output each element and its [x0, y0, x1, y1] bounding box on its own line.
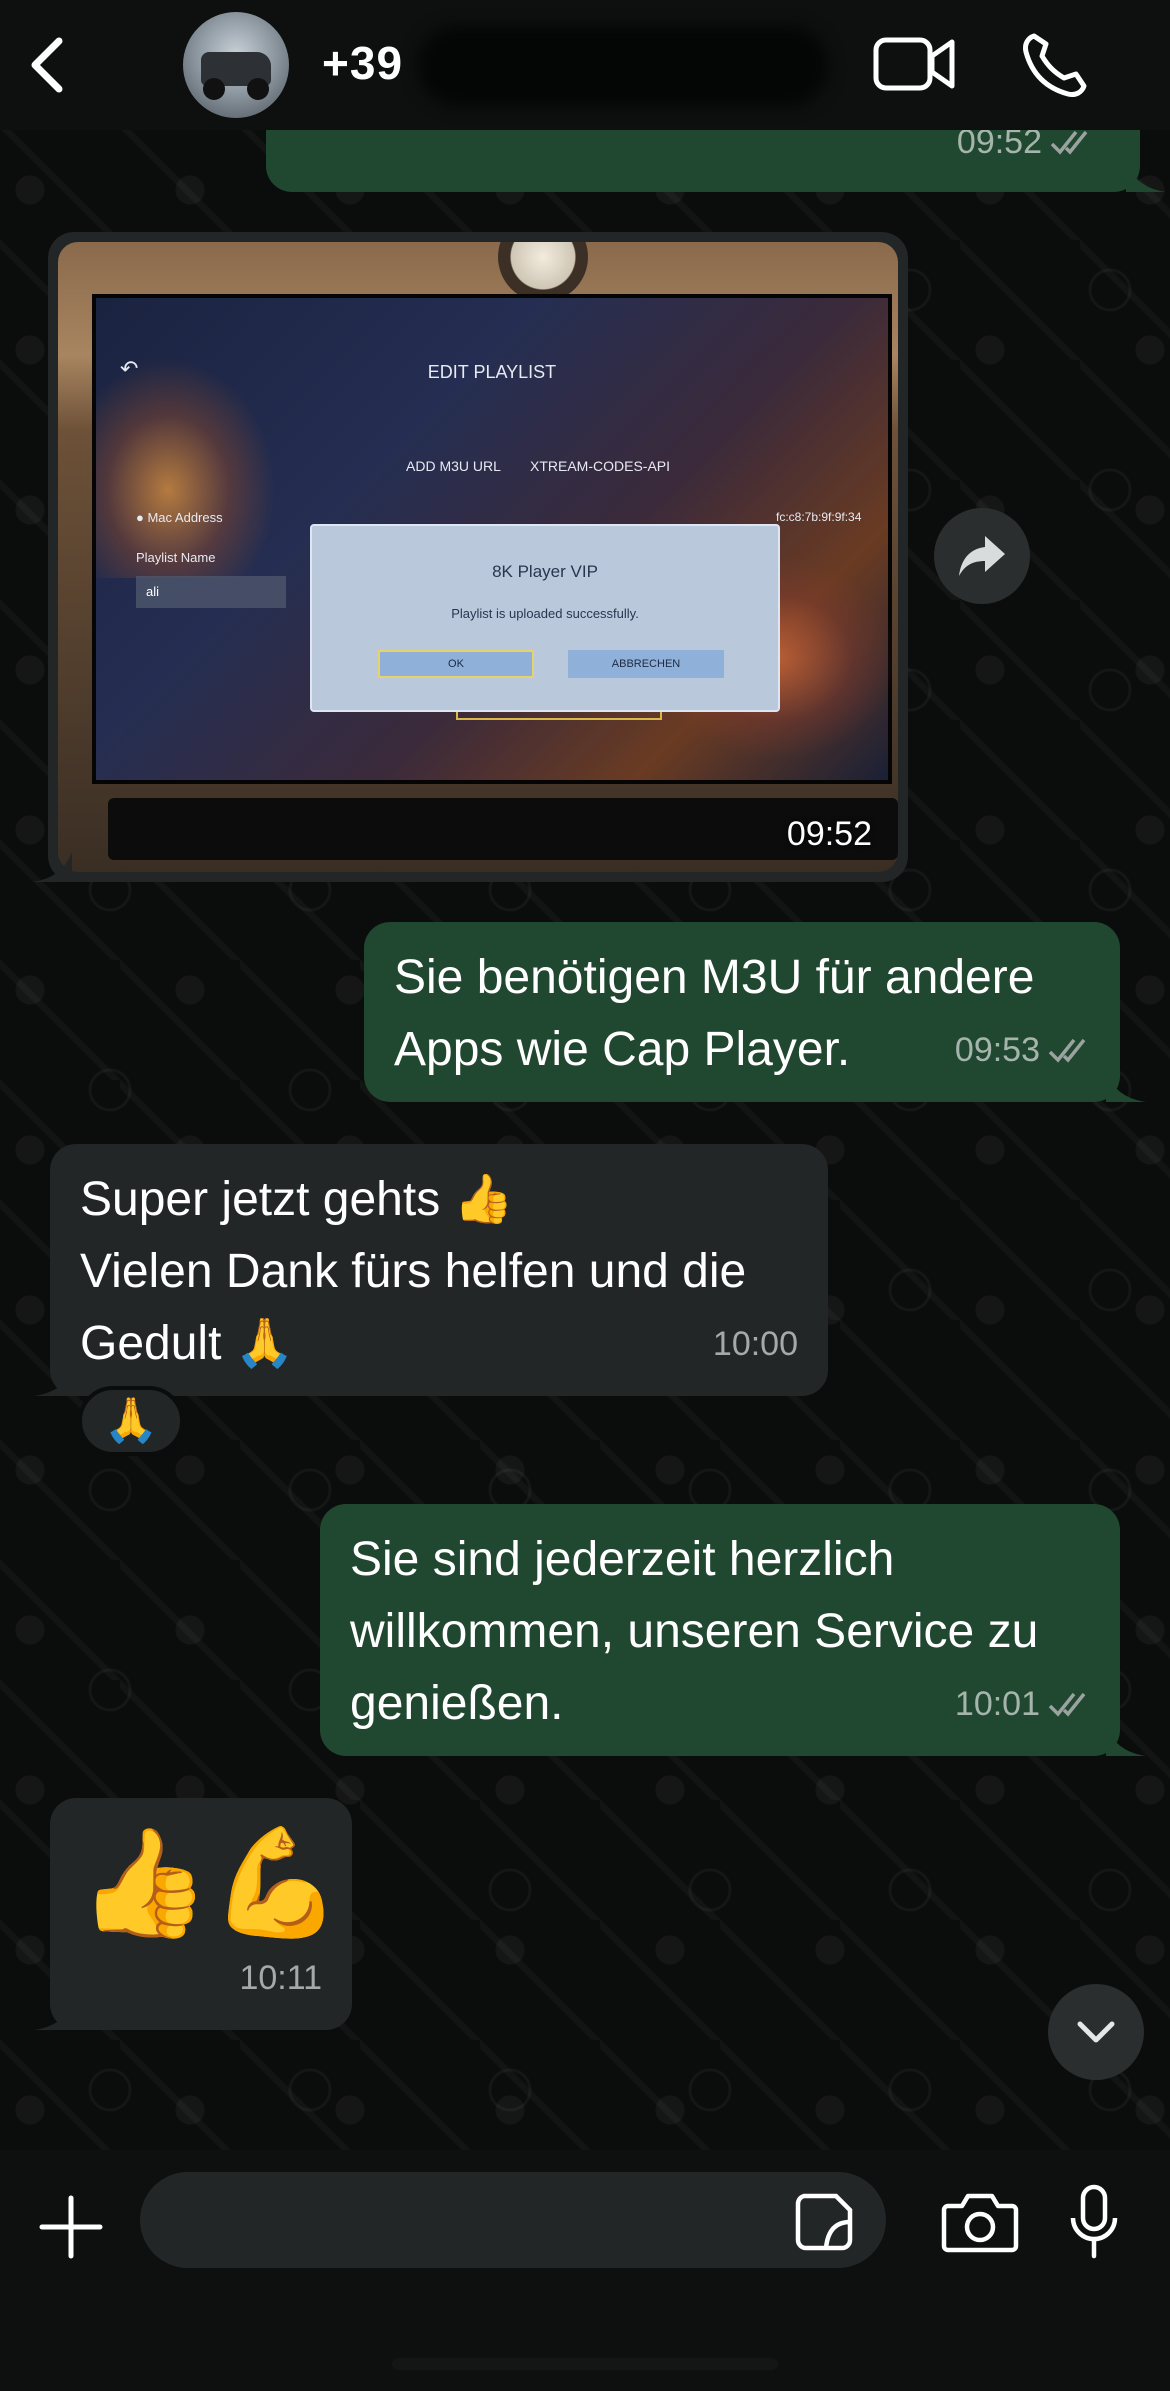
bubble-tail: [32, 852, 72, 882]
photo[interactable]: ↶ EDIT PLAYLIST ADD M3U URL XTREAM-CODES…: [58, 242, 898, 872]
reaction-badge[interactable]: 🙏: [78, 1386, 184, 1456]
microphone-icon: [1070, 2184, 1118, 2259]
bubble-tail: [34, 2000, 74, 2030]
message-outgoing[interactable]: Sie sind jederzeit herzlich willkommen, …: [320, 1504, 1120, 1756]
message-time: 09:52: [786, 815, 872, 853]
chevron-left-icon: [31, 37, 63, 93]
microphone-button[interactable]: [1068, 2184, 1120, 2260]
avatar[interactable]: [183, 12, 289, 118]
voice-call-button[interactable]: [1020, 30, 1090, 100]
read-ticks-icon: [1048, 1038, 1086, 1063]
message-incoming[interactable]: 👍💪 10:11: [50, 1798, 352, 2030]
chevron-down-icon: [1077, 2021, 1115, 2043]
sticker-button[interactable]: [794, 2192, 854, 2252]
phone-icon: [1023, 33, 1087, 97]
read-ticks-icon: [1048, 1692, 1086, 1717]
tv-playlist-label: Playlist Name: [136, 550, 216, 565]
bubble-tail: [1106, 1072, 1146, 1102]
tv-dialog-message: Playlist is uploaded successfully.: [451, 606, 639, 621]
contact-name[interactable]: +39: [322, 36, 403, 90]
camera-button[interactable]: [940, 2190, 1020, 2254]
message-image[interactable]: ↶ EDIT PLAYLIST ADD M3U URL XTREAM-CODES…: [48, 232, 908, 882]
video-camera-icon: [873, 37, 955, 91]
soundbar: [108, 798, 898, 860]
plus-icon: [39, 2195, 103, 2259]
clock-decoration: [498, 242, 588, 302]
forward-icon: [959, 536, 1005, 576]
message-composer: [0, 2150, 1170, 2391]
attach-button[interactable]: [36, 2192, 106, 2262]
tv-mac-label: ● Mac Address: [136, 510, 223, 525]
tv-tab-m3u: ADD M3U URL: [406, 458, 501, 474]
bubble-tail: [1106, 1726, 1146, 1756]
chat-header: +39: [0, 0, 1170, 130]
message-time: 10:11: [239, 1959, 322, 1997]
message-time: 09:53: [955, 1014, 1094, 1086]
read-ticks-icon: [1050, 130, 1088, 155]
home-indicator: [392, 2358, 778, 2370]
tv-tab-xtream: XTREAM-CODES-API: [530, 458, 671, 474]
bubble-tail: [34, 1366, 74, 1396]
tv-screen-title: EDIT PLAYLIST: [427, 362, 557, 382]
message-text: 👍💪: [78, 1824, 342, 1942]
tv-dialog: 8K Player VIP Playlist is uploaded succe…: [310, 524, 780, 712]
tv-mac-value: fc:c8:7b:9f:9f:34: [776, 510, 862, 524]
message-time: 10:00: [712, 1325, 798, 1363]
message-text: Super jetzt gehts 👍 Vielen Dank fürs hel…: [80, 1173, 747, 1370]
tv-dialog-cancel: ABBRECHEN: [568, 650, 724, 678]
camera-icon: [941, 2193, 1019, 2253]
message-incoming[interactable]: Super jetzt gehts 👍 Vielen Dank fürs hel…: [50, 1144, 828, 1396]
message-time: 10:01: [955, 1668, 1094, 1740]
forward-button[interactable]: [934, 508, 1030, 604]
message-input[interactable]: [140, 2172, 886, 2268]
message-outgoing[interactable]: Sie benötigen M3U für andere Apps wie Ca…: [364, 922, 1120, 1102]
tv-playlist-field: ali: [136, 576, 286, 608]
back-button[interactable]: [22, 32, 72, 98]
tv-dialog-ok: OK: [378, 650, 534, 678]
scroll-to-bottom-button[interactable]: [1048, 1984, 1144, 2080]
tv-dialog-title: 8K Player VIP: [492, 562, 598, 581]
redacted-name: [418, 26, 828, 106]
sticker-icon: [795, 2193, 853, 2251]
bubble-tail: [1126, 162, 1166, 192]
video-call-button[interactable]: [872, 34, 956, 94]
tv-screen: ↶ EDIT PLAYLIST ADD M3U URL XTREAM-CODES…: [92, 294, 896, 784]
